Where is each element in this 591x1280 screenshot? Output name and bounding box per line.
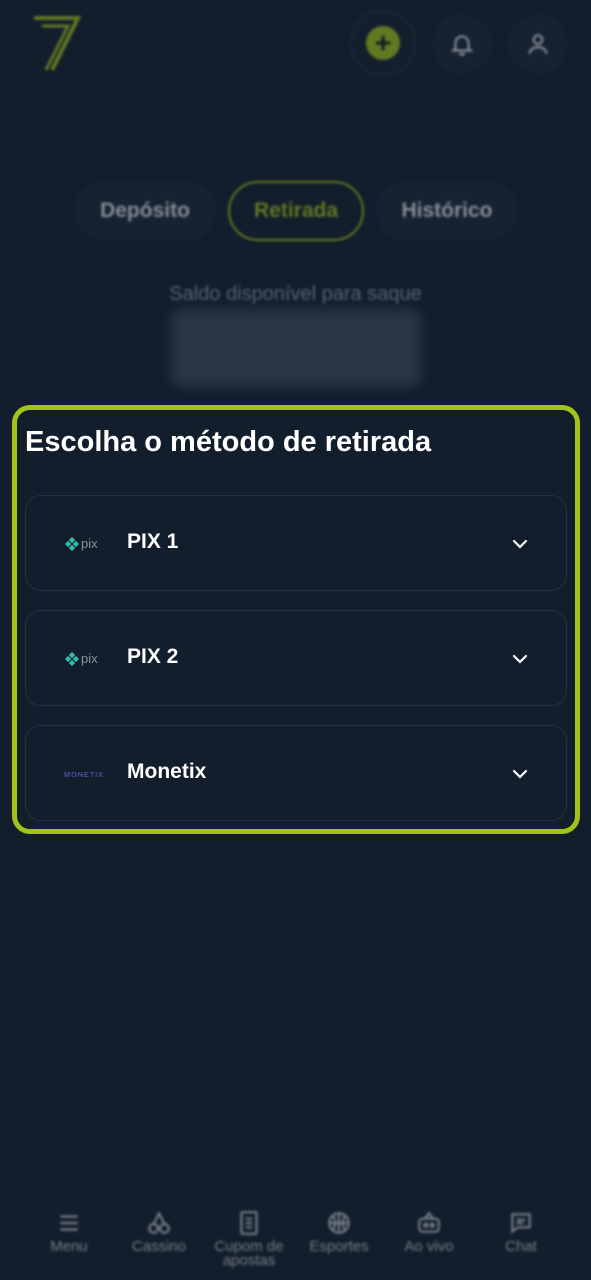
method-pix-1[interactable]: pix PIX 1 — [25, 495, 567, 591]
pix-logo-icon: pix — [64, 536, 98, 552]
tab-historico[interactable]: Histórico — [376, 181, 518, 241]
plus-icon: + — [366, 26, 400, 60]
nav-menu[interactable]: Menu — [24, 1200, 114, 1280]
live-icon — [418, 1211, 440, 1233]
nav-label: Menu — [50, 1238, 88, 1255]
bottom-nav: Menu Cassino Cupom de apostas Esportes A… — [0, 1200, 591, 1280]
nav-cupom[interactable]: Cupom de apostas — [204, 1200, 294, 1280]
nav-label: Cupom de apostas — [214, 1238, 284, 1269]
tab-retirada[interactable]: Retirada — [228, 181, 364, 241]
chevron-down-icon[interactable] — [510, 534, 530, 554]
nav-ao-vivo[interactable]: Ao vivo — [384, 1200, 474, 1280]
seven-logo-icon[interactable] — [30, 14, 82, 72]
tab-deposito[interactable]: Depósito — [74, 181, 216, 241]
bell-icon — [450, 35, 474, 56]
chevron-down-icon[interactable] — [510, 649, 530, 669]
chat-icon — [511, 1213, 531, 1234]
basketball-icon — [328, 1212, 350, 1234]
nav-label: Cassino — [131, 1238, 187, 1255]
header: + — [0, 0, 591, 90]
method-pix-2[interactable]: pix PIX 2 — [25, 610, 567, 706]
svg-text:pix: pix — [81, 651, 98, 666]
nav-label: Esportes — [309, 1238, 369, 1255]
pix-logo-icon: pix — [64, 651, 98, 667]
menu-icon — [60, 1215, 78, 1231]
wallet-tabs: Depósito Retirada Histórico — [0, 181, 591, 241]
balance-value-blurred — [172, 310, 420, 386]
user-icon — [528, 34, 548, 55]
deposit-button[interactable]: + — [350, 10, 416, 76]
balance-label: Saldo disponível para saque — [169, 283, 422, 305]
nav-chat[interactable]: Chat — [476, 1200, 566, 1280]
notifications-button[interactable] — [432, 14, 492, 74]
nav-esportes[interactable]: Esportes — [294, 1200, 384, 1280]
method-label: PIX 2 — [127, 645, 179, 668]
nav-label: Ao vivo — [404, 1238, 454, 1255]
panel-title: Escolha o método de retirada — [25, 426, 432, 458]
cherries-icon — [148, 1210, 170, 1234]
method-label: Monetix — [127, 760, 207, 783]
svg-text:MONETIX: MONETIX — [64, 770, 104, 779]
method-label: PIX 1 — [127, 530, 179, 553]
monetix-logo-icon: MONETIX — [64, 770, 104, 779]
withdraw-method-panel: Escolha o método de retirada pix PIX 1 p… — [12, 405, 580, 834]
nav-label: Chat — [505, 1238, 537, 1255]
ticket-icon — [240, 1211, 258, 1235]
nav-cassino[interactable]: Cassino — [114, 1200, 204, 1280]
profile-button[interactable] — [508, 14, 568, 74]
chevron-down-icon[interactable] — [510, 764, 530, 784]
svg-text:pix: pix — [81, 536, 98, 551]
method-monetix[interactable]: MONETIX Monetix — [25, 725, 567, 821]
